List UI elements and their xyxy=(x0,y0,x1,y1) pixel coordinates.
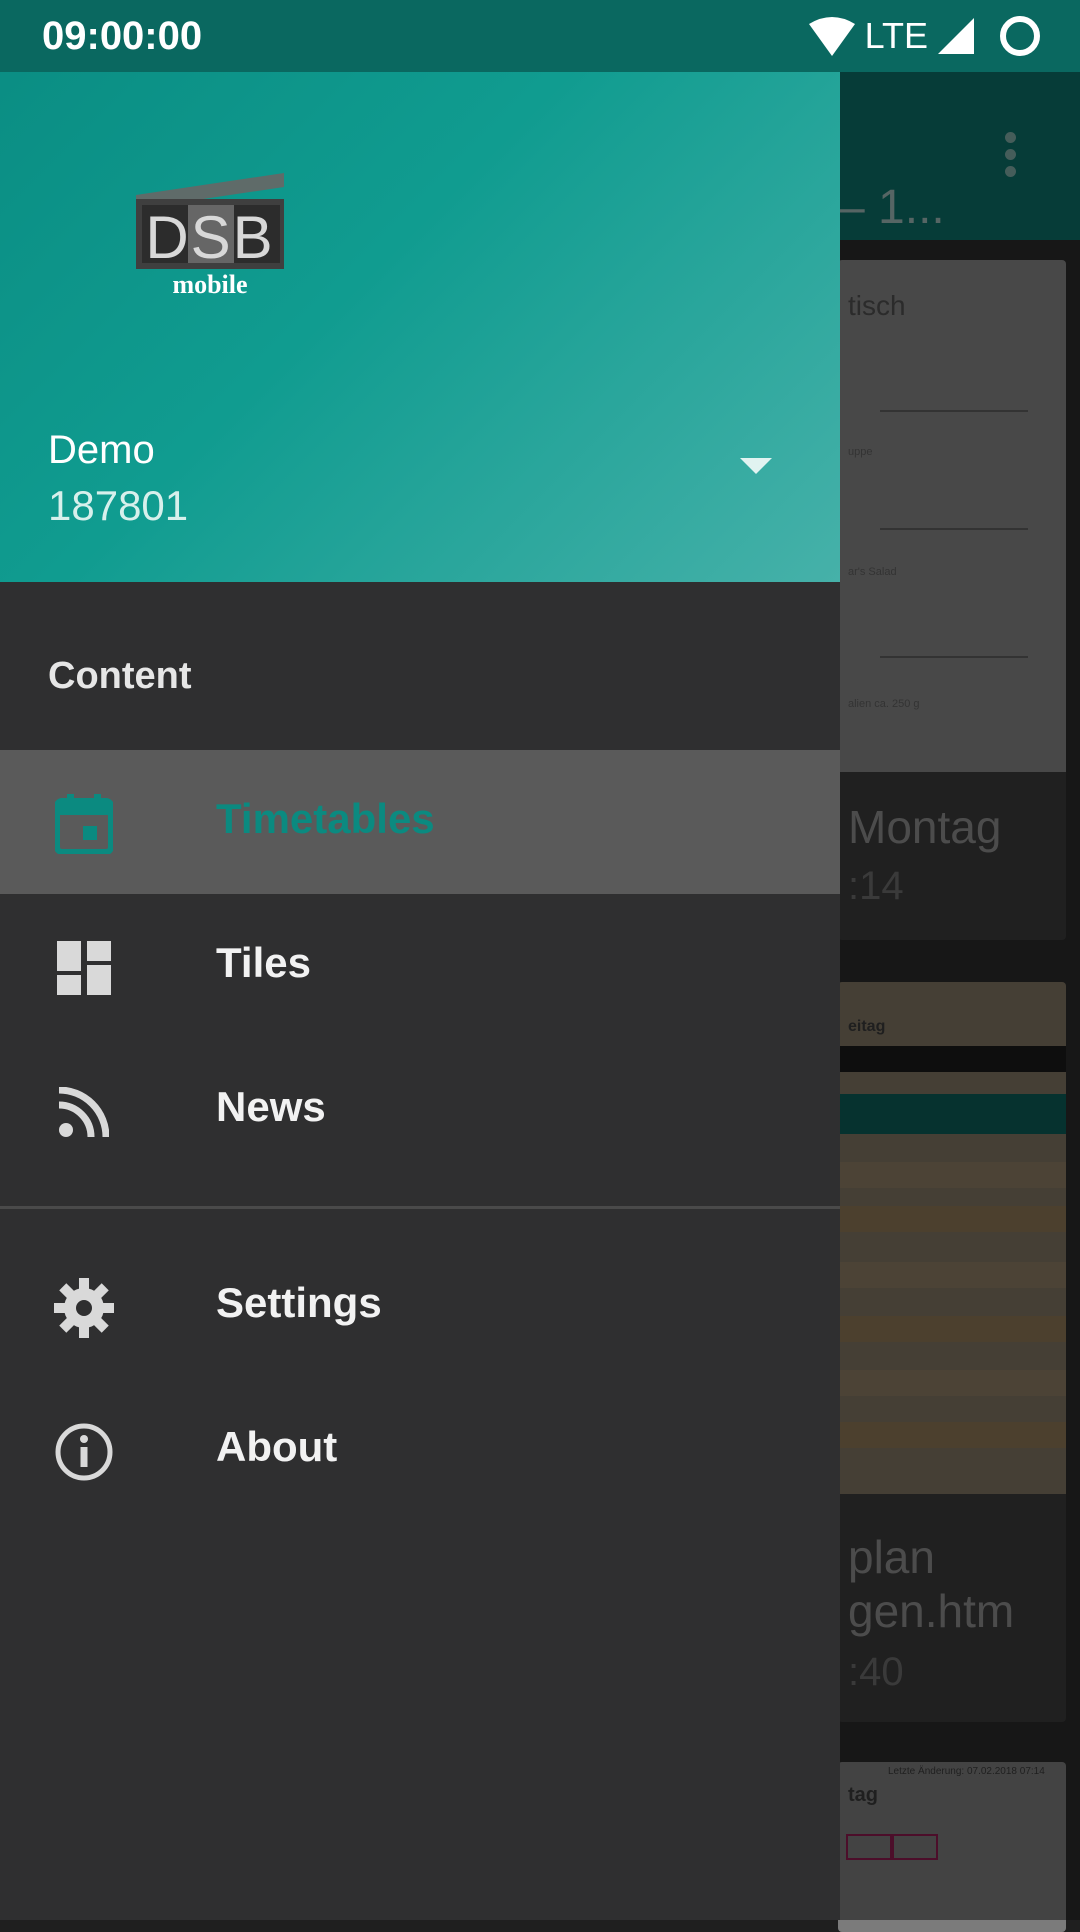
rss-icon xyxy=(52,1080,116,1144)
nav-item-timetables[interactable]: Timetables xyxy=(0,750,840,894)
svg-text:mobile: mobile xyxy=(172,270,247,299)
battery-ring-icon xyxy=(1000,16,1040,56)
nav-item-settings[interactable]: Settings xyxy=(0,1234,840,1378)
nav-label-tiles: Tiles xyxy=(216,939,311,986)
nav-label-settings: Settings xyxy=(216,1279,382,1326)
nav-label-timetables: Timetables xyxy=(216,795,435,842)
nav-item-about[interactable]: About xyxy=(0,1378,840,1522)
account-id: 187801 xyxy=(48,482,189,529)
nav-item-tiles[interactable]: Tiles xyxy=(0,894,840,1038)
wifi-icon xyxy=(808,17,855,56)
gear-icon xyxy=(52,1276,116,1340)
navigation-drawer: DSB mobile Demo 187801 Content Timetable… xyxy=(0,0,840,1920)
dsb-mobile-logo: DSB mobile xyxy=(130,165,290,315)
status-time: 09:00:00 xyxy=(42,14,203,58)
svg-text:DSB: DSB xyxy=(145,204,274,271)
network-type: LTE xyxy=(864,15,928,56)
signal-icon xyxy=(938,18,974,54)
drawer-header: DSB mobile Demo 187801 xyxy=(0,0,840,582)
info-icon xyxy=(52,1420,116,1484)
nav-label-news: News xyxy=(216,1083,326,1130)
status-icons: LTE xyxy=(808,14,1042,58)
account-name: Demo xyxy=(48,428,155,472)
nav-label-about: About xyxy=(216,1423,338,1470)
nav-item-news[interactable]: News xyxy=(0,1038,840,1182)
drawer-divider xyxy=(0,1206,840,1209)
calendar-icon xyxy=(52,792,116,856)
status-bar: 09:00:00 LTE xyxy=(0,0,1080,72)
section-title-content: Content xyxy=(48,655,192,697)
account-dropdown-icon[interactable] xyxy=(740,458,772,474)
dashboard-icon xyxy=(52,936,116,1000)
